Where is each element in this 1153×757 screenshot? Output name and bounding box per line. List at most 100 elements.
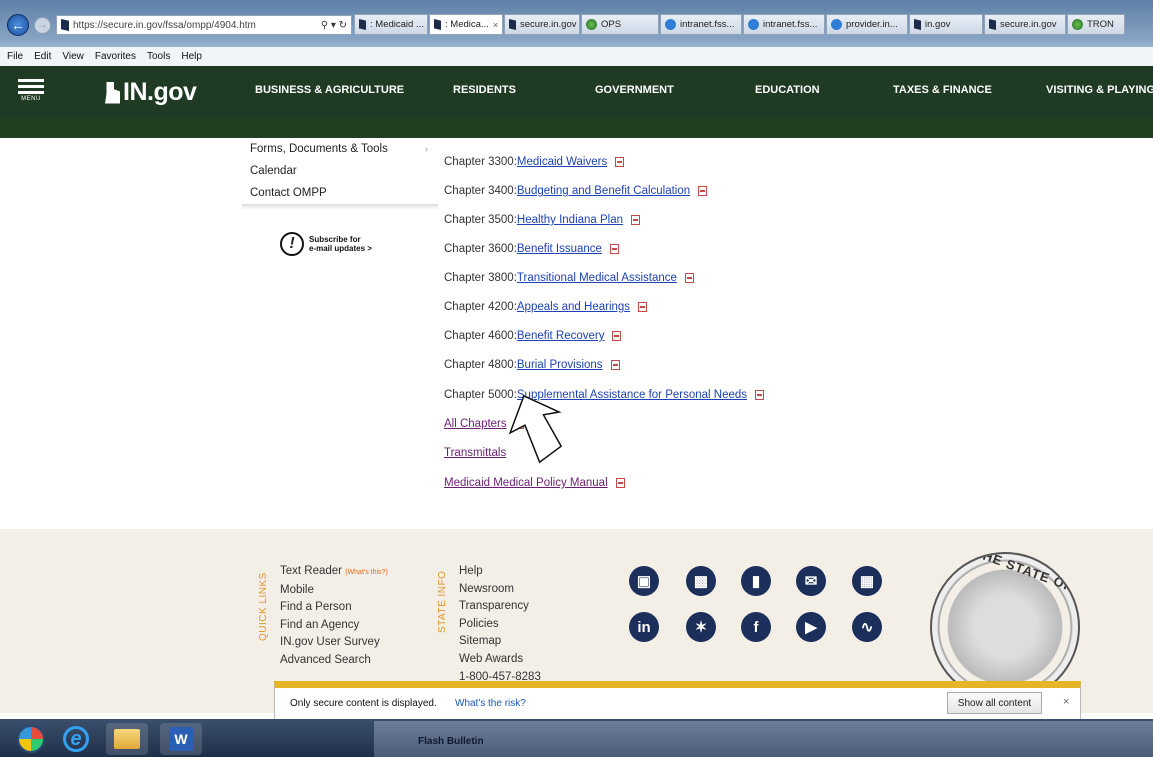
menu-tools[interactable]: Tools (147, 51, 170, 62)
pdf-icon[interactable] (615, 157, 625, 167)
start-button[interactable] (10, 723, 52, 755)
linkedin-icon[interactable]: in (629, 612, 659, 642)
browser-tab[interactable]: OPS (581, 14, 659, 35)
pdf-icon[interactable] (631, 215, 641, 225)
pdf-icon[interactable] (638, 302, 648, 312)
chapter-link[interactable]: All Chapters (444, 418, 507, 430)
taskbar-ie[interactable]: e (55, 723, 97, 755)
browser-tab[interactable]: in.gov (909, 14, 983, 35)
seal-text: THE STATE OF (972, 552, 1076, 595)
chapter-link[interactable]: Burial Provisions (517, 359, 603, 371)
chapter-link[interactable]: Benefit Issuance (517, 243, 602, 255)
show-all-content-button[interactable]: Show all content (947, 692, 1042, 714)
state-info-link[interactable]: Newsroom (459, 581, 541, 599)
chapter-link[interactable]: Medicaid Medical Policy Manual (444, 477, 608, 489)
state-info-link[interactable]: Help (459, 563, 541, 581)
address-bar[interactable]: https://secure.in.gov/fssa/ompp/4904.htm… (56, 15, 352, 35)
pdf-icon[interactable] (698, 186, 708, 196)
chapter-row: Medicaid Medical Policy Manual (444, 477, 625, 489)
browser-tab[interactable]: intranet.fss... (660, 14, 742, 35)
browser-tab[interactable]: secure.in.gov (984, 14, 1066, 35)
twitter-icon[interactable]: ✶ (686, 612, 716, 642)
whats-the-risk-link[interactable]: What's the risk? (455, 698, 526, 709)
internet-explorer-icon: e (63, 726, 89, 752)
pdf-icon[interactable] (609, 244, 619, 254)
facebook-icon[interactable]: f (741, 612, 771, 642)
menu-bar: File Edit View Favorites Tools Help (0, 47, 1153, 66)
left-navigation-shadow (242, 204, 438, 210)
calendar-icon[interactable]: ▦ (852, 566, 882, 596)
qr-code-icon[interactable]: ▩ (686, 566, 716, 596)
browser-tab[interactable]: secure.in.gov (504, 14, 580, 35)
state-info-link[interactable]: Web Awards (459, 651, 541, 669)
quick-link[interactable]: Find an Agency (280, 617, 388, 635)
indiana-icon (509, 19, 516, 30)
subscribe-link[interactable]: ! Subscribe for e-mail updates > (280, 232, 372, 256)
chapter-link[interactable]: Budgeting and Benefit Calculation (517, 185, 690, 197)
pdf-icon[interactable] (684, 273, 694, 283)
left-nav-item[interactable]: Calendar (242, 160, 438, 182)
menu-file[interactable]: File (7, 51, 23, 62)
menu-help[interactable]: Help (181, 51, 202, 62)
quick-link[interactable]: Find a Person (280, 599, 388, 617)
nav-government[interactable]: GOVERNMENT (595, 84, 674, 96)
ie-icon (748, 19, 759, 30)
pdf-icon[interactable] (610, 360, 620, 370)
taskbar-window-preview[interactable]: Flash Bulletin (374, 721, 1153, 757)
nav-taxes-finance[interactable]: TAXES & FINANCE (893, 84, 992, 96)
pdf-icon[interactable] (612, 331, 622, 341)
security-notification-bar: Only secure content is displayed. What's… (274, 681, 1081, 719)
chapter-link[interactable]: Benefit Recovery (517, 330, 605, 342)
left-nav-item[interactable]: Contact OMPP (242, 182, 438, 204)
browser-tab[interactable]: provider.in... (826, 14, 908, 35)
taskbar-explorer[interactable] (106, 723, 148, 755)
whats-this-link[interactable]: (What's this?) (345, 569, 388, 576)
notification-message: Only secure content is displayed. (290, 698, 437, 709)
close-notification-icon[interactable]: × (1063, 696, 1069, 708)
chapter-number: Chapter 3500: (444, 214, 517, 226)
menu-view[interactable]: View (62, 51, 84, 62)
chapter-link[interactable]: Transitional Medical Assistance (517, 272, 677, 284)
state-info-link[interactable]: Policies (459, 616, 541, 634)
nav-visiting-playing[interactable]: VISITING & PLAYING (1046, 84, 1153, 96)
search-icon[interactable]: ⚲ ▾ ↻ (321, 20, 347, 31)
back-arrow-icon: ← (11, 17, 25, 33)
quick-link[interactable]: Mobile (280, 582, 388, 600)
youtube-icon[interactable]: ▶ (796, 612, 826, 642)
quick-link[interactable]: Advanced Search (280, 652, 388, 670)
rss-icon[interactable]: ∿ (852, 612, 882, 642)
chapter-link[interactable]: Medicaid Waivers (517, 156, 607, 168)
close-tab-icon[interactable]: × (493, 20, 498, 30)
browser-tab[interactable]: intranet.fss... (743, 14, 825, 35)
state-info-link[interactable]: Transparency (459, 598, 541, 616)
forward-button[interactable]: → (34, 17, 51, 34)
back-button[interactable]: ← (7, 14, 29, 36)
chapter-link[interactable]: Appeals and Hearings (517, 301, 630, 313)
chapter-row: Chapter 4200: Appeals and Hearings (444, 301, 648, 313)
text-reader-link[interactable]: Text Reader (What's this?) (280, 563, 388, 582)
taskbar-word[interactable]: W (160, 723, 202, 755)
chapter-row: Chapter 4800: Burial Provisions (444, 359, 620, 371)
quick-links-label: QUICK LINKS (258, 572, 269, 641)
browser-tab[interactable]: TRON (1067, 14, 1125, 35)
chapter-link[interactable]: Transmittals (444, 447, 506, 459)
chapter-link[interactable]: Healthy Indiana Plan (517, 214, 623, 226)
display-icon[interactable]: ▣ (629, 566, 659, 596)
state-info-link[interactable]: Sitemap (459, 633, 541, 651)
email-icon[interactable]: ✉ (796, 566, 826, 596)
nav-education[interactable]: EDUCATION (755, 84, 820, 96)
browser-chrome: ← → https://secure.in.gov/fssa/ompp/4904… (0, 0, 1153, 66)
nav-business-agriculture[interactable]: BUSINESS & AGRICULTURE (255, 84, 404, 96)
browser-tab[interactable]: : Medicaid ... (354, 14, 428, 35)
left-nav-item[interactable]: Forms, Documents & Tools › (242, 138, 438, 160)
text-reader-label: Text Reader (280, 565, 343, 577)
menu-favorites[interactable]: Favorites (95, 51, 136, 62)
pdf-icon[interactable] (755, 390, 765, 400)
nav-residents[interactable]: RESIDENTS (453, 84, 516, 96)
quick-link[interactable]: IN.gov User Survey (280, 634, 388, 652)
chart-icon[interactable]: ▮ (741, 566, 771, 596)
pdf-icon[interactable] (615, 478, 625, 488)
menu-edit[interactable]: Edit (34, 51, 51, 62)
chapter-row: Chapter 3300: Medicaid Waivers (444, 156, 625, 168)
browser-tab[interactable]: : Medica... × (429, 14, 503, 35)
